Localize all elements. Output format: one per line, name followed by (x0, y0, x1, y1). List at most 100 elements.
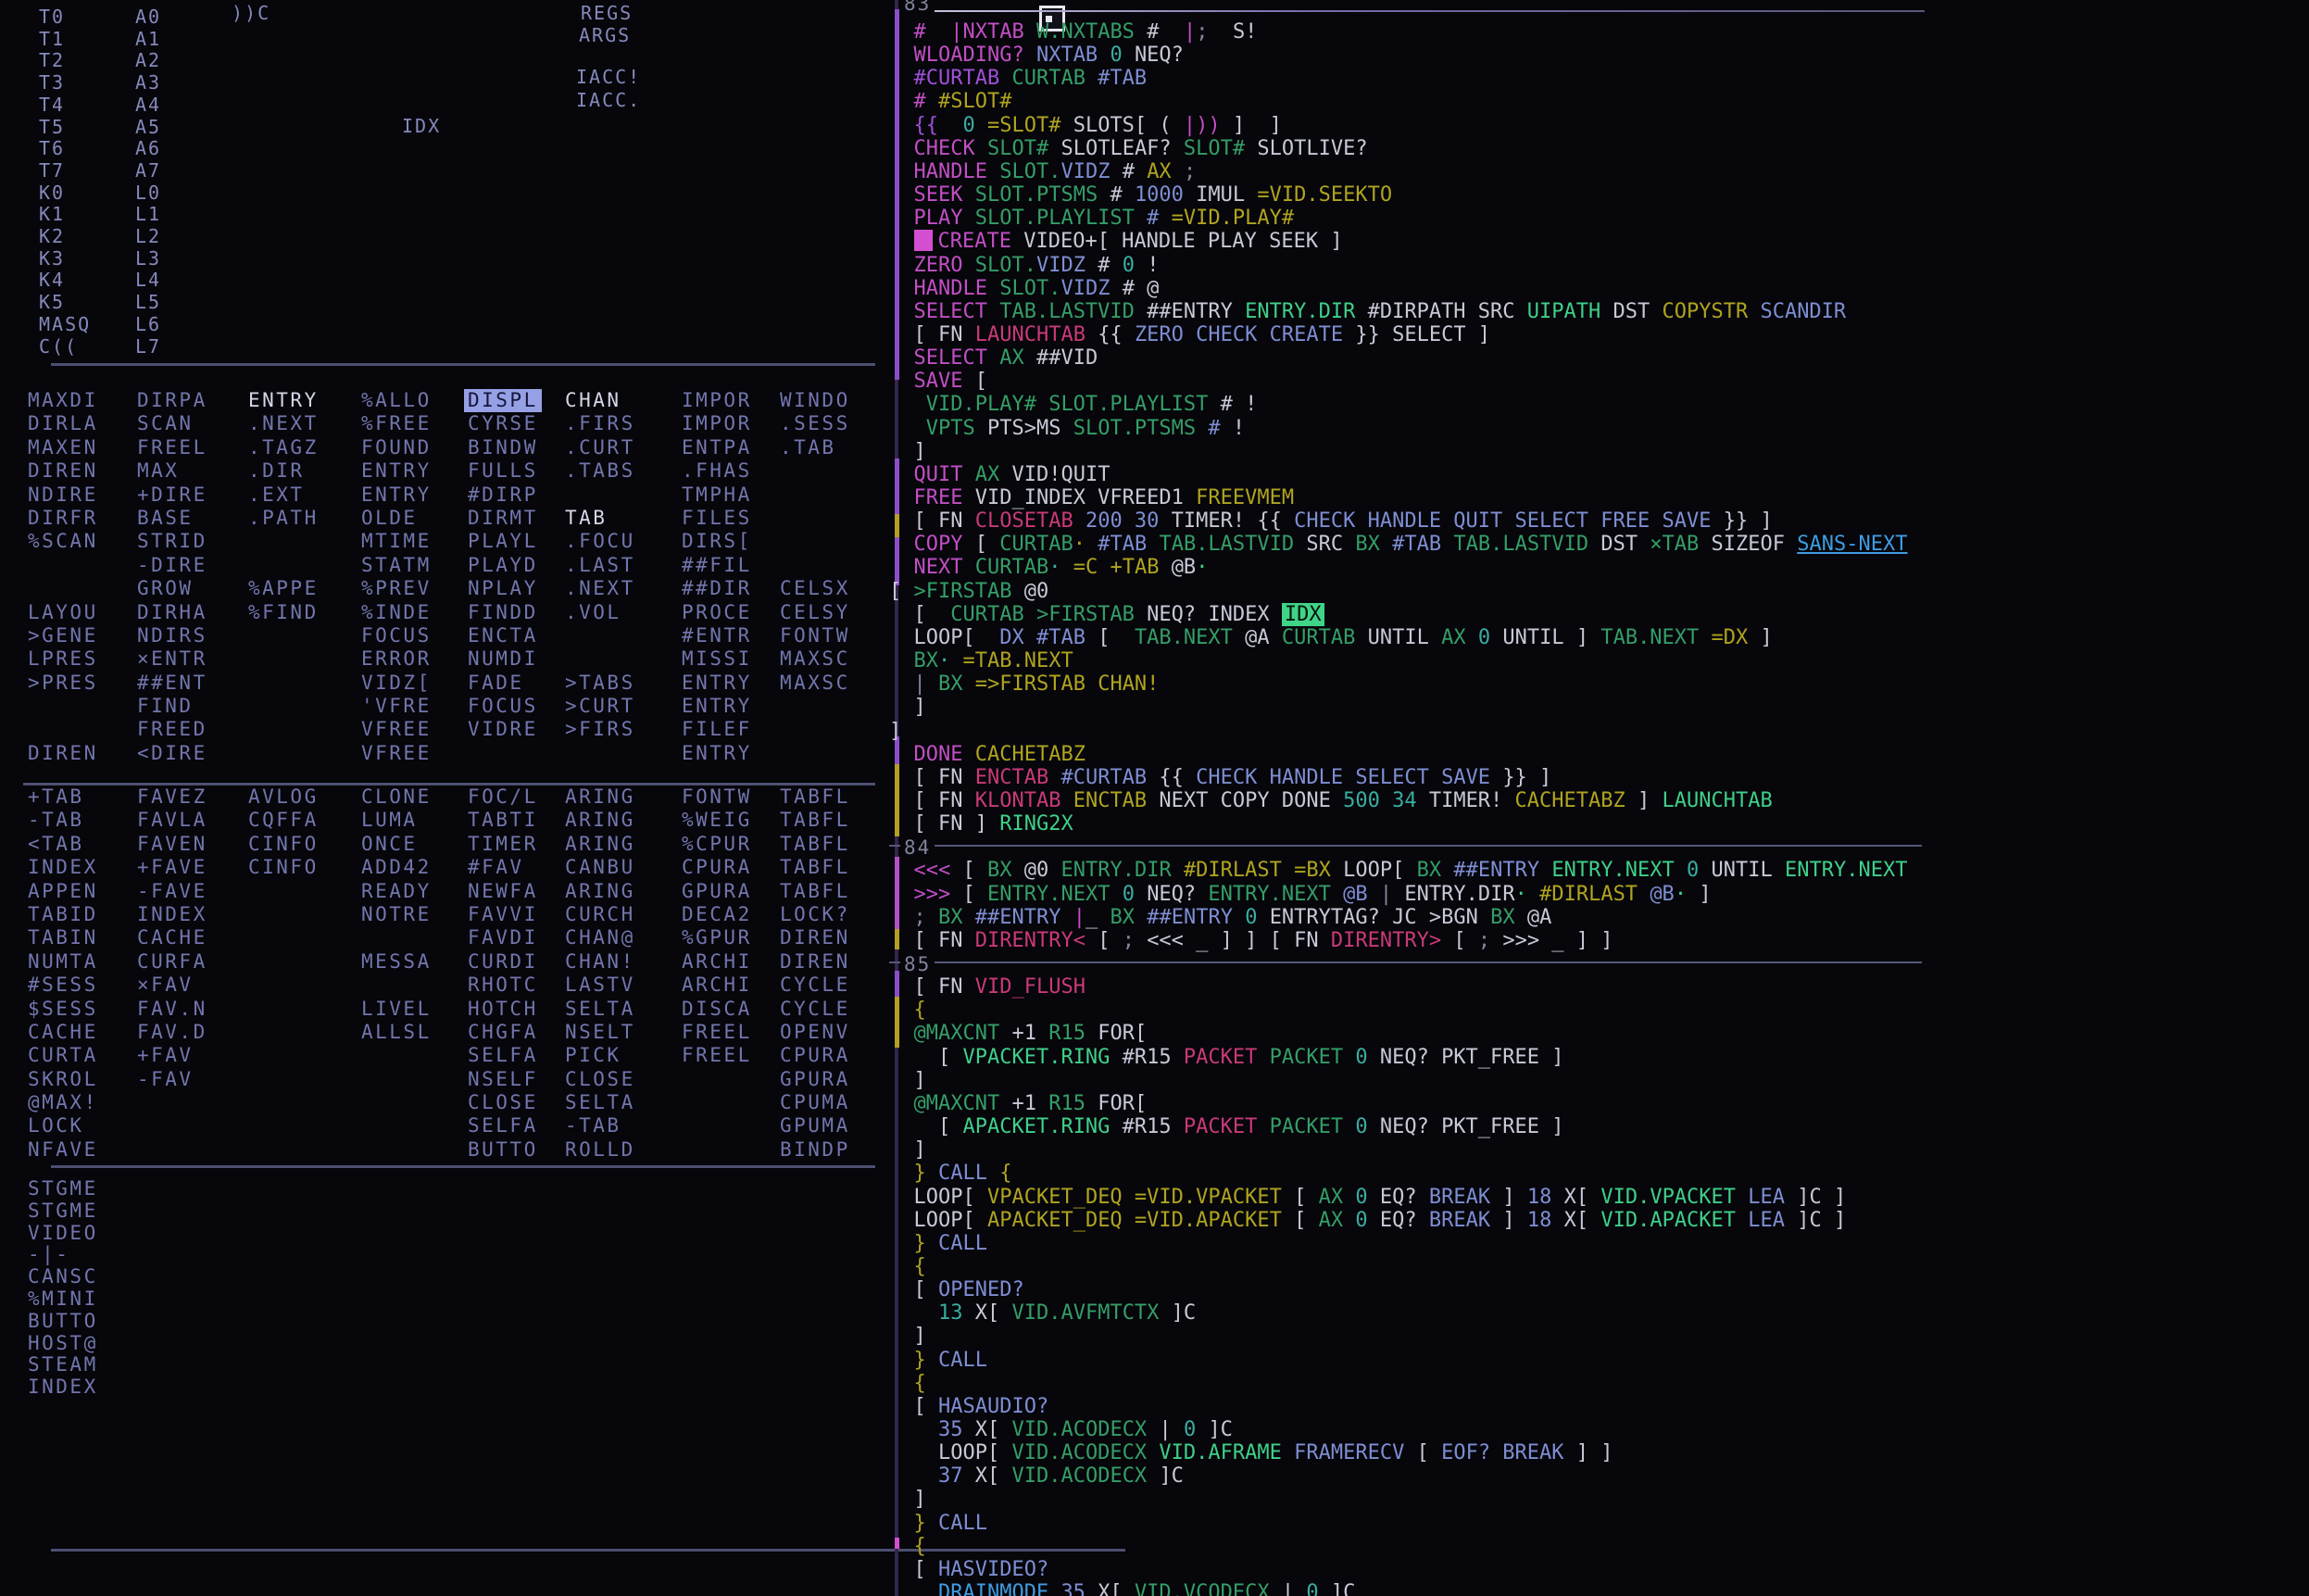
idx-label[interactable]: IDX (402, 115, 441, 137)
code-line[interactable]: [ HASAUDIO? (889, 1395, 1048, 1418)
dict-word[interactable]: TABFL (780, 809, 850, 832)
code-line[interactable]: ] (889, 1138, 926, 1162)
dict-word[interactable]: NSELT (565, 1021, 635, 1044)
dict-word[interactable]: APPEN (28, 880, 98, 903)
dict-word[interactable]: BUTTO (468, 1138, 538, 1162)
dict-word[interactable]: CYCLE (780, 998, 850, 1021)
dict-word[interactable]: %SCAN (28, 530, 98, 553)
dict-word[interactable]: ##ENT (137, 672, 207, 695)
code-line[interactable]: [ FN DIRENTRY< [ ; <<< _ ] ] [ FN DIRENT… (889, 929, 1613, 952)
dict-word[interactable]: ENTRY (248, 389, 319, 412)
dict-word[interactable]: ENCTA (468, 624, 542, 647)
code-line[interactable]: ] (889, 1325, 926, 1348)
dict-word[interactable]: .PATH (248, 507, 319, 530)
dict-word[interactable]: TABFL (780, 856, 850, 879)
dict-word[interactable]: CANBU (565, 856, 635, 879)
dict-word[interactable]: CANSC (28, 1266, 98, 1288)
dict-word[interactable]: CPUMA (780, 1091, 850, 1114)
dict-word[interactable]: %ALLO (361, 389, 432, 412)
dict-word[interactable]: FAVEZ (137, 785, 207, 809)
dict-word[interactable]: .TABS (565, 459, 635, 483)
code-line[interactable]: { (889, 1372, 926, 1395)
dict-word[interactable]: -DIRE (137, 554, 207, 577)
dict-word[interactable]: DIREN (780, 950, 850, 974)
dict-word[interactable]: -TAB (565, 1114, 635, 1137)
code-line[interactable]: [ APACKET.RING #R15 PACKET PACKET 0 NEQ?… (889, 1115, 1564, 1138)
dict-word[interactable]: %GPUR (682, 926, 752, 949)
dict-word[interactable]: DIREN (28, 459, 98, 483)
dict-word[interactable]: CLONE (361, 785, 432, 809)
dict-word[interactable]: CELSX (780, 577, 850, 600)
code-line[interactable]: CHECK SLOT# SLOTLEAF? SLOT# SLOTLIVE? (889, 137, 1368, 160)
dict-word[interactable]: WINDO (780, 389, 850, 412)
code-line[interactable]: ] (889, 1488, 926, 1511)
dict-word[interactable]: ENTRY (682, 742, 752, 765)
dict-word[interactable]: TABFL (780, 880, 850, 903)
dict-word[interactable]: BASE (137, 507, 207, 530)
dict-word[interactable]: READY (361, 880, 432, 903)
code-line[interactable]: [ OPENED? (889, 1278, 1024, 1301)
dict-word[interactable]: CLOSE (565, 1068, 635, 1091)
code-line[interactable]: <<< [ BX @0 ENTRY.DIR #DIRLAST =BX LOOP[… (889, 859, 1907, 882)
code-line[interactable]: ] (889, 440, 926, 463)
dict-word[interactable]: <DIRE (137, 742, 207, 765)
dict-word[interactable]: %FIND (248, 601, 319, 624)
code-line[interactable]: @MAXCNT +1 R15 FOR[ (889, 1092, 1147, 1115)
code-line[interactable]: } CALL (889, 1349, 987, 1372)
dict-word[interactable]: ROLLD (565, 1138, 635, 1162)
code-line[interactable]: [ CURTAB >FIRSTAB NEQ? INDEX IDX (889, 603, 1324, 626)
dict-word[interactable]: FOC/L (468, 785, 538, 809)
dict-word[interactable]: CURFA (137, 950, 207, 974)
code-line[interactable]: WLOADING? NXTAB 0 NEQ? (889, 44, 1184, 67)
dict-word[interactable]: FREED (137, 718, 207, 741)
dict-word[interactable]: STGME (28, 1178, 98, 1200)
dict-word[interactable]: MAXEN (28, 436, 98, 459)
dict-word[interactable]: CPURA (780, 1044, 850, 1067)
dict-word[interactable]: MAX (137, 459, 207, 483)
dict-word[interactable]: TABID (28, 903, 98, 926)
dict-word[interactable]: DIREN (780, 926, 850, 949)
dict-word[interactable]: .DIR (248, 459, 319, 483)
dict-word[interactable]: CHAN@ (565, 926, 635, 949)
dict-word[interactable]: CLOSE (468, 1091, 538, 1114)
dict-word[interactable]: #FAV (468, 856, 538, 879)
code-line[interactable]: FREE VID_INDEX VFREED1 FREEVMEM (889, 486, 1294, 509)
dict-word[interactable]: VFREE (361, 718, 432, 741)
code-line[interactable]: LOOP[ DX #TAB [ TAB.NEXT @A CURTAB UNTIL… (889, 626, 1773, 649)
dict-word[interactable]: DIREN (28, 742, 98, 765)
dict-word[interactable]: ENTPA (682, 436, 752, 459)
dict-word[interactable]: >CURT (565, 695, 635, 718)
dict-word[interactable]: SCAN (137, 412, 207, 435)
dict-word[interactable]: SKROL (28, 1068, 98, 1091)
dict-word[interactable]: ARING (565, 833, 635, 856)
dict-word[interactable]: FILES (682, 507, 752, 530)
code-line[interactable]: VID.PLAY# SLOT.PLAYLIST # ! (889, 393, 1257, 416)
code-line[interactable]: { (889, 1255, 926, 1278)
dict-word[interactable]: DIRFR (28, 507, 98, 530)
code-line[interactable]: SEEK SLOT.PTSMS # 1000 IMUL =VID.SEEKTO (889, 183, 1392, 207)
code-line[interactable]: [ HASVIDEO? (889, 1558, 1048, 1581)
dict-word[interactable]: FULLS (468, 459, 542, 483)
dict-word[interactable]: CHGFA (468, 1021, 538, 1044)
dict-word[interactable]: +DIRE (137, 484, 207, 507)
code-line[interactable]: [ FN KLONTAB ENCTAB NEXT COPY DONE 500 3… (889, 789, 1773, 812)
dict-word[interactable]: #SESS (28, 974, 98, 997)
dict-word[interactable]: SELTA (565, 998, 635, 1021)
code-line[interactable]: SAVE [ (889, 370, 987, 393)
dict-word[interactable]: RHOTC (468, 974, 538, 997)
code-line[interactable]: SELECT AX ##VID (889, 346, 1098, 370)
dict-word[interactable]: SELTA (565, 1091, 635, 1114)
dict-word[interactable]: ARCHI (682, 950, 752, 974)
dict-word[interactable]: MAXSC (780, 647, 850, 671)
code-line[interactable]: 35 X[ VID.ACODECX | 0 ]C (889, 1418, 1233, 1441)
iacc-store-label[interactable]: IACC! (576, 66, 641, 88)
dict-word[interactable]: +TAB (28, 785, 98, 809)
dict-word[interactable]: %MINI (28, 1288, 98, 1311)
code-line[interactable]: { (889, 1535, 926, 1558)
code-line[interactable]: ; BX ##ENTRY |_ BX ##ENTRY 0 ENTRYTAG? J… (889, 906, 1551, 929)
dict-word[interactable]: .FIRS (565, 412, 635, 435)
dict-word[interactable]: DIRMT (468, 507, 542, 530)
dict-word[interactable]: DIRS[ (682, 530, 752, 553)
dict-word[interactable]: BINDP (780, 1138, 850, 1162)
dict-word[interactable]: FILEF (682, 718, 752, 741)
